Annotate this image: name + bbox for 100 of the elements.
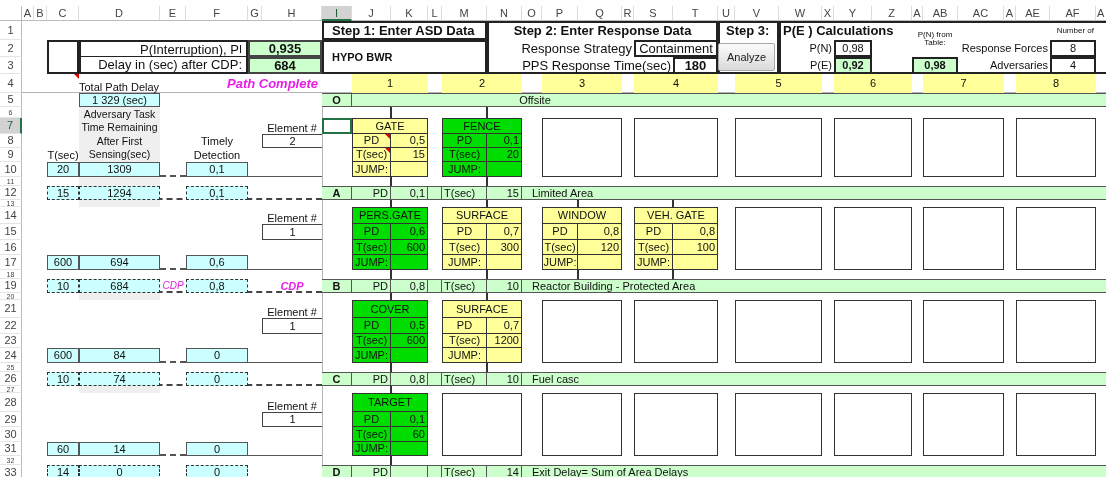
column-header[interactable]: AE [1016,6,1050,21]
empty-slot[interactable] [442,393,522,456]
column-header[interactable]: M [442,6,487,21]
column-header[interactable]: P [542,6,578,21]
column-header[interactable]: A [1004,6,1016,21]
row-header[interactable]: 2 [0,40,22,57]
empty-slot[interactable] [1016,207,1096,270]
empty-slot[interactable] [834,393,912,456]
row-header[interactable]: 33 [0,465,22,477]
column-header[interactable]: X [822,6,834,21]
row-header[interactable]: 28 [0,393,22,412]
row-header[interactable]: 26 [0,372,22,386]
row-header[interactable]: 29 [0,412,22,427]
column-header[interactable]: F [186,6,248,21]
row-header[interactable]: 15 [0,224,22,240]
empty-slot[interactable] [542,393,622,456]
empty-slot[interactable] [834,207,912,270]
row-header[interactable]: 4 [0,74,22,93]
row-header[interactable]: 1 [0,21,22,40]
column-header[interactable]: W [779,6,822,21]
element-number-field[interactable]: 2 [262,134,322,148]
column-header[interactable]: A [22,6,34,21]
column-header[interactable]: N [487,6,522,21]
row-header[interactable]: 21 [0,300,22,318]
empty-slot[interactable] [1016,300,1096,363]
column-header[interactable]: U [718,6,735,21]
row-header[interactable]: 7 [0,118,22,134]
column-header[interactable]: R [622,6,634,21]
column-header[interactable]: Q [578,6,622,21]
element-card[interactable]: GATE PD 0,5 T(sec) 15 JUMP: [352,118,428,177]
column-header[interactable]: A [1096,6,1106,21]
column-header[interactable]: L [428,6,442,21]
row-header[interactable]: 9 [0,148,22,162]
row-header[interactable]: 5 [0,93,22,107]
empty-slot[interactable] [542,118,622,177]
empty-slot[interactable] [735,118,822,177]
row-header[interactable]: 14 [0,207,22,224]
empty-slot[interactable] [923,118,1004,177]
row-header[interactable]: 19 [0,279,22,293]
empty-slot[interactable] [634,393,718,456]
column-header[interactable]: AC [958,6,1004,21]
empty-slot[interactable] [735,207,822,270]
column-header[interactable]: D [79,6,160,21]
empty-slot[interactable] [634,118,718,177]
element-number-field[interactable]: 1 [262,318,322,334]
empty-slot[interactable] [834,118,912,177]
column-header[interactable]: K [391,6,428,21]
element-card[interactable]: COVER PD 0,5 T(sec) 600 JUMP: [352,300,428,363]
empty-slot[interactable] [735,393,822,456]
column-header[interactable]: G [248,6,262,21]
element-number-field[interactable]: 1 [262,224,322,240]
analyze-button[interactable]: Analyze [718,43,775,71]
empty-slot[interactable] [542,300,622,363]
column-header[interactable]: C [47,6,79,21]
empty-slot[interactable] [923,207,1004,270]
empty-slot[interactable] [735,300,822,363]
empty-cell[interactable] [47,40,79,74]
column-header[interactable]: E [160,6,186,21]
column-header[interactable]: V [735,6,779,21]
empty-slot[interactable] [923,393,1004,456]
empty-slot[interactable] [634,300,718,363]
row-header[interactable]: 17 [0,255,22,270]
column-header[interactable]: I [322,6,352,21]
row-header[interactable]: 8 [0,134,22,148]
row-header[interactable]: 23 [0,334,22,348]
empty-slot[interactable] [834,300,912,363]
empty-slot[interactable] [923,300,1004,363]
row-header[interactable]: 24 [0,348,22,363]
row-header[interactable]: 30 [0,427,22,442]
column-header[interactable]: B [34,6,47,21]
element-number-field[interactable]: 1 [262,412,322,427]
column-header[interactable]: AB [923,6,958,21]
row-header[interactable]: 3 [0,57,22,74]
response-time-field[interactable]: 180 [673,57,718,74]
column-header[interactable]: Y [834,6,872,21]
empty-slot[interactable] [1016,393,1096,456]
element-card[interactable]: SURFACE PD 0,7 T(sec) 300 JUMP: [442,207,522,270]
element-card[interactable]: VEH. GATE PD 0,8 T(sec) 100 JUMP: [634,207,718,270]
row-header[interactable]: 12 [0,186,22,200]
column-header[interactable]: T [673,6,718,21]
column-header[interactable]: J [352,6,391,21]
column-header[interactable]: O [522,6,542,21]
selected-cell[interactable] [322,118,352,134]
element-card[interactable]: WINDOW PD 0,8 T(sec) 120 JUMP: [542,207,622,270]
column-header[interactable]: Z [872,6,912,21]
element-card[interactable]: PERS.GATE PD 0,6 T(sec) 600 JUMP: [352,207,428,270]
column-header[interactable]: AF [1050,6,1096,21]
row-header[interactable]: 16 [0,240,22,255]
empty-slot[interactable] [1016,118,1096,177]
column-header[interactable]: A [912,6,923,21]
row-header[interactable]: 10 [0,162,22,177]
strategy-field[interactable]: Containment [634,40,718,57]
row-header[interactable]: 22 [0,318,22,334]
element-card[interactable]: FENCE PD 0,1 T(sec) 20 JUMP: [442,118,522,177]
row-header[interactable]: 31 [0,442,22,456]
column-header[interactable]: S [634,6,673,21]
element-card[interactable]: TARGET PD 0,1 T(sec) 60 JUMP: [352,393,428,456]
site-name: HYPO BWR [322,40,487,74]
element-card[interactable]: SURFACE PD 0,7 T(sec) 1200 JUMP: [442,300,522,363]
response-time-label: PPS Response Time(sec) [521,57,672,74]
